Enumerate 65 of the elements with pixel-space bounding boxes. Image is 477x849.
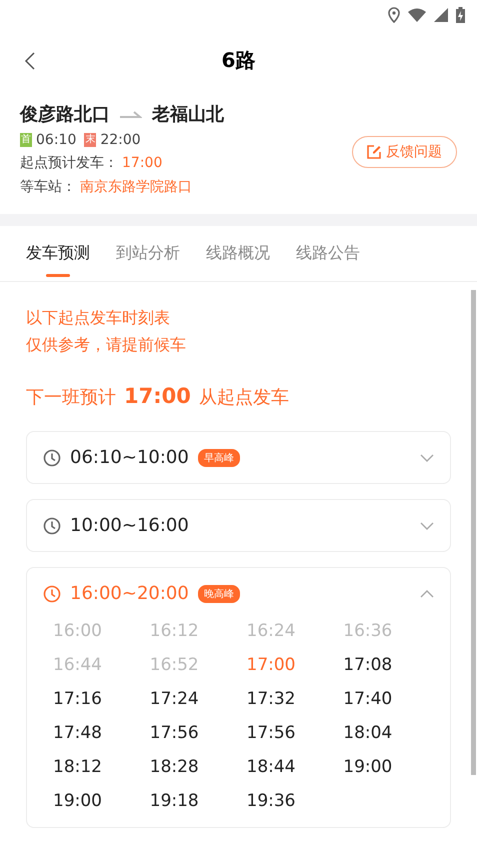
departure-time-cell-text: 19:00	[53, 790, 103, 813]
feedback-button[interactable]: 反馈问题	[352, 136, 457, 168]
departure-time-cell-text: 19:18	[150, 790, 200, 813]
period-header[interactable]: 16:00~20:00 晚高峰	[27, 568, 450, 619]
peak-badge: 早高峰	[198, 448, 240, 466]
chevron-down-icon	[420, 522, 434, 530]
departure-time-cell-text: 17:32	[246, 688, 296, 711]
tab[interactable]: 线路概况	[206, 226, 270, 281]
period-header[interactable]: 10:00~16:00	[27, 500, 450, 551]
departure-label: 起点预计发车：	[20, 154, 118, 172]
tab[interactable]: 到站分析	[116, 226, 180, 281]
edit-icon	[367, 145, 381, 159]
departure-time-cell-text: 17:48	[53, 722, 103, 745]
peak-badge: 晚高峰	[198, 584, 240, 602]
departure-time: 17:00	[122, 155, 162, 171]
origin-stop: 俊彦路北口	[20, 103, 110, 126]
departure-time-cell-text: 19:00	[343, 756, 394, 779]
first-bus-time: 06:10	[36, 132, 76, 148]
back-icon[interactable]	[24, 52, 36, 70]
chevron-down-icon	[420, 454, 434, 462]
departure-time-cell-text: 18:04	[343, 722, 394, 745]
period-header[interactable]: 06:10~10:00 早高峰	[27, 432, 450, 483]
departure-time-cell-text: 18:12	[53, 756, 103, 779]
station-label: 等车站：	[20, 178, 76, 196]
clock-icon	[43, 584, 61, 602]
station-name: 南京东路学院路口	[80, 178, 192, 196]
last-bus-time: 22:00	[100, 132, 141, 148]
departure-time-cell-text: 16:44	[53, 654, 103, 677]
location-icon	[388, 7, 400, 23]
tab[interactable]: 线路公告	[296, 226, 360, 281]
departure-time-cell-text: 18:44	[246, 756, 296, 779]
chevron-up-icon	[420, 590, 434, 598]
next-bus-label: 下一班预计	[26, 386, 116, 409]
departure-time-cell-text: 16:52	[150, 654, 200, 677]
period-range: 16:00~20:00	[70, 583, 189, 604]
departure-time-cell-text: 17:00	[246, 654, 296, 677]
period-range: 10:00~16:00	[70, 515, 189, 536]
notice-text: 仅供参考，请提前候车	[26, 334, 187, 356]
departure-time-cell-text: 18:28	[150, 756, 200, 779]
destination-stop: 老福山北	[152, 103, 224, 126]
departure-time-cell-text: 17:56	[150, 722, 200, 745]
departure-time-cell-text: 16:24	[246, 620, 296, 643]
clock-icon	[43, 516, 61, 534]
departure-time-cell-text: 16:12	[150, 620, 200, 643]
first-bus-tag: 首	[20, 133, 32, 147]
departure-time-cell-text: 16:36	[343, 620, 394, 643]
departure-time-cell-text: 17:16	[53, 688, 103, 711]
departure-time-cell-text: 16:00	[53, 620, 103, 643]
wifi-icon	[408, 8, 426, 22]
last-bus-tag: 末	[84, 133, 96, 147]
period-range: 06:10~10:00	[70, 447, 189, 468]
page-title: 6路	[222, 46, 256, 74]
departure-time-cell-text: 19:36	[246, 790, 296, 813]
battery-icon	[456, 7, 465, 23]
scrollbar[interactable]	[471, 290, 476, 775]
next-bus-label: 从起点发车	[198, 386, 289, 409]
departure-time-cell-text: 17:08	[343, 654, 394, 677]
departure-time-cell-text: 17:56	[246, 722, 296, 745]
clock-icon	[43, 448, 61, 466]
departure-time-cell-text: 17:40	[343, 688, 394, 711]
next-bus-time: 17:00	[124, 384, 191, 408]
departure-time-cell-text: 17:24	[150, 688, 200, 711]
tab[interactable]: 发车预测	[26, 226, 90, 281]
notice-text: 以下起点发车时刻表	[26, 307, 171, 329]
signal-icon	[434, 8, 448, 22]
